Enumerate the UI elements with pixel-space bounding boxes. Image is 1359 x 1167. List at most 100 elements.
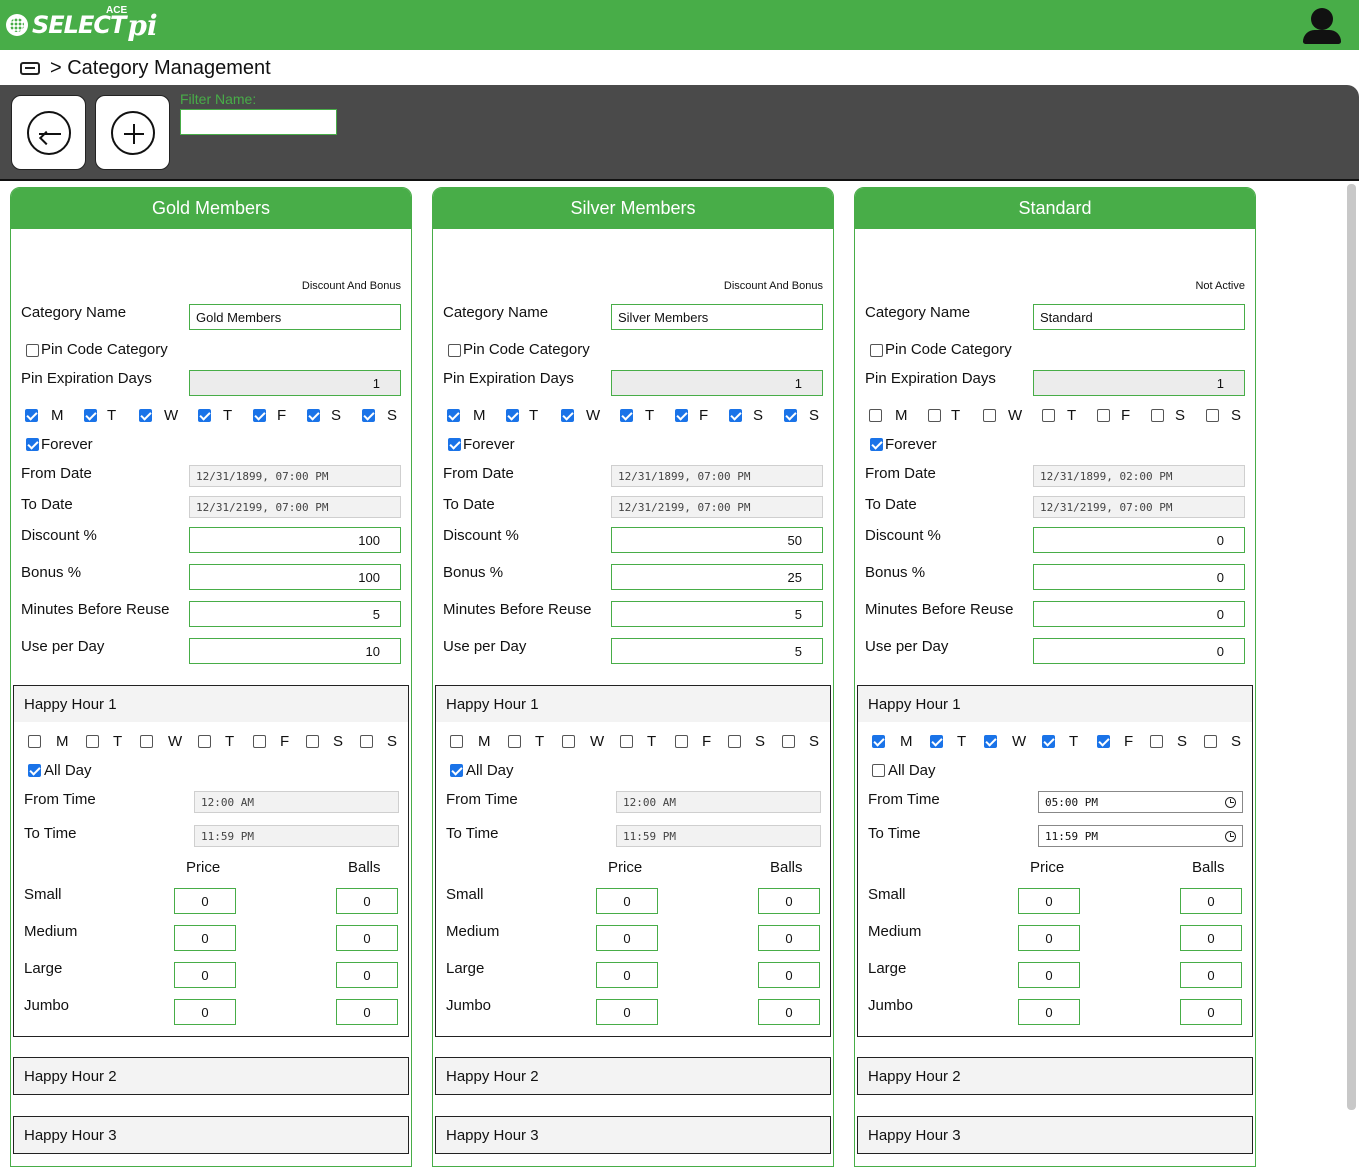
small-price-input[interactable]: 0 <box>596 888 658 914</box>
happy-hour-2-title[interactable]: Happy Hour 2 <box>858 1058 1252 1094</box>
day-checkbox[interactable] <box>561 409 574 422</box>
day-checkbox[interactable] <box>25 409 38 422</box>
hh-day-checkbox[interactable] <box>86 735 99 748</box>
forever-checkbox[interactable] <box>26 438 39 451</box>
category-name-input[interactable]: Gold Members <box>189 304 401 330</box>
hh-day-checkbox[interactable] <box>198 735 211 748</box>
to-time-input[interactable]: 11:59 PM <box>616 825 821 847</box>
forever-checkbox[interactable] <box>870 438 883 451</box>
medium-price-input[interactable]: 0 <box>596 925 658 951</box>
day-checkbox[interactable] <box>620 409 633 422</box>
hh-day-checkbox[interactable] <box>1042 735 1055 748</box>
scrollbar[interactable] <box>1347 184 1356 1110</box>
day-checkbox[interactable] <box>447 409 460 422</box>
from-date-input[interactable]: 12/31/1899, 02:00 PM <box>1033 465 1245 487</box>
jumbo-balls-input[interactable]: 0 <box>758 999 820 1025</box>
medium-balls-input[interactable]: 0 <box>336 925 398 951</box>
from-date-input[interactable]: 12/31/1899, 07:00 PM <box>611 465 823 487</box>
day-checkbox[interactable] <box>675 409 688 422</box>
hh-day-checkbox[interactable] <box>508 735 521 748</box>
large-price-input[interactable]: 0 <box>174 962 236 988</box>
happy-hour-3-title[interactable]: Happy Hour 3 <box>436 1117 830 1153</box>
jumbo-balls-input[interactable]: 0 <box>336 999 398 1025</box>
medium-price-input[interactable]: 0 <box>1018 925 1080 951</box>
pin-code-checkbox[interactable] <box>448 344 461 357</box>
small-balls-input[interactable]: 0 <box>758 888 820 914</box>
filter-name-input[interactable] <box>180 109 337 135</box>
hh-day-checkbox[interactable] <box>562 735 575 748</box>
use-per-day-input[interactable]: 10 <box>189 638 401 664</box>
day-checkbox[interactable] <box>362 409 375 422</box>
jumbo-price-input[interactable]: 0 <box>596 999 658 1025</box>
day-checkbox[interactable] <box>506 409 519 422</box>
hh-day-checkbox[interactable] <box>984 735 997 748</box>
discount-input[interactable]: 0 <box>1033 527 1245 553</box>
back-button[interactable] <box>11 95 86 170</box>
hh-day-checkbox[interactable] <box>675 735 688 748</box>
hh-day-checkbox[interactable] <box>253 735 266 748</box>
jumbo-price-input[interactable]: 0 <box>174 999 236 1025</box>
from-date-input[interactable]: 12/31/1899, 07:00 PM <box>189 465 401 487</box>
use-per-day-input[interactable]: 0 <box>1033 638 1245 664</box>
user-account-icon[interactable] <box>1303 8 1341 44</box>
day-checkbox[interactable] <box>253 409 266 422</box>
category-name-input[interactable]: Silver Members <box>611 304 823 330</box>
happy-hour-2-title[interactable]: Happy Hour 2 <box>436 1058 830 1094</box>
day-checkbox[interactable] <box>928 409 941 422</box>
large-price-input[interactable]: 0 <box>1018 962 1080 988</box>
pin-code-checkbox[interactable] <box>26 344 39 357</box>
medium-price-input[interactable]: 0 <box>174 925 236 951</box>
discount-input[interactable]: 100 <box>189 527 401 553</box>
to-date-input[interactable]: 12/31/2199, 07:00 PM <box>1033 496 1245 518</box>
medium-balls-input[interactable]: 0 <box>1180 925 1242 951</box>
to-date-input[interactable]: 12/31/2199, 07:00 PM <box>189 496 401 518</box>
discount-input[interactable]: 50 <box>611 527 823 553</box>
small-price-input[interactable]: 0 <box>1018 888 1080 914</box>
hh-day-checkbox[interactable] <box>1097 735 1110 748</box>
clock-icon[interactable] <box>1225 830 1236 842</box>
all-day-checkbox[interactable] <box>28 764 41 777</box>
day-checkbox[interactable] <box>1097 409 1110 422</box>
jumbo-price-input[interactable]: 0 <box>1018 999 1080 1025</box>
pin-code-checkbox[interactable] <box>870 344 883 357</box>
small-balls-input[interactable]: 0 <box>336 888 398 914</box>
medium-balls-input[interactable]: 0 <box>758 925 820 951</box>
minutes-before-reuse-input[interactable]: 0 <box>1033 601 1245 627</box>
all-day-checkbox[interactable] <box>450 764 463 777</box>
happy-hour-2-title[interactable]: Happy Hour 2 <box>14 1058 408 1094</box>
clock-icon[interactable] <box>1225 796 1236 808</box>
happy-hour-1-title[interactable]: Happy Hour 1 <box>14 686 408 722</box>
day-checkbox[interactable] <box>198 409 211 422</box>
day-checkbox[interactable] <box>983 409 996 422</box>
to-date-input[interactable]: 12/31/2199, 07:00 PM <box>611 496 823 518</box>
hh-day-checkbox[interactable] <box>930 735 943 748</box>
use-per-day-input[interactable]: 5 <box>611 638 823 664</box>
happy-hour-3-title[interactable]: Happy Hour 3 <box>14 1117 408 1153</box>
category-name-input[interactable]: Standard <box>1033 304 1245 330</box>
minutes-before-reuse-input[interactable]: 5 <box>611 601 823 627</box>
pin-expiration-input[interactable]: 1 <box>189 370 401 396</box>
hh-day-checkbox[interactable] <box>1204 735 1217 748</box>
add-category-button[interactable] <box>95 95 170 170</box>
large-balls-input[interactable]: 0 <box>1180 962 1242 988</box>
from-time-input[interactable]: 12:00 AM <box>616 791 821 813</box>
bonus-input[interactable]: 25 <box>611 564 823 590</box>
hh-day-checkbox[interactable] <box>28 735 41 748</box>
pin-expiration-input[interactable]: 1 <box>1033 370 1245 396</box>
day-checkbox[interactable] <box>307 409 320 422</box>
happy-hour-3-title[interactable]: Happy Hour 3 <box>858 1117 1252 1153</box>
jumbo-balls-input[interactable]: 0 <box>1180 999 1242 1025</box>
hh-day-checkbox[interactable] <box>620 735 633 748</box>
happy-hour-1-title[interactable]: Happy Hour 1 <box>436 686 830 722</box>
hh-day-checkbox[interactable] <box>306 735 319 748</box>
hh-day-checkbox[interactable] <box>1150 735 1163 748</box>
day-checkbox[interactable] <box>1042 409 1055 422</box>
hh-day-checkbox[interactable] <box>450 735 463 748</box>
hh-day-checkbox[interactable] <box>872 735 885 748</box>
day-checkbox[interactable] <box>729 409 742 422</box>
large-balls-input[interactable]: 0 <box>758 962 820 988</box>
menu-icon[interactable] <box>20 61 40 75</box>
to-time-input[interactable]: 11:59 PM <box>1038 825 1243 847</box>
day-checkbox[interactable] <box>1151 409 1164 422</box>
hh-day-checkbox[interactable] <box>728 735 741 748</box>
